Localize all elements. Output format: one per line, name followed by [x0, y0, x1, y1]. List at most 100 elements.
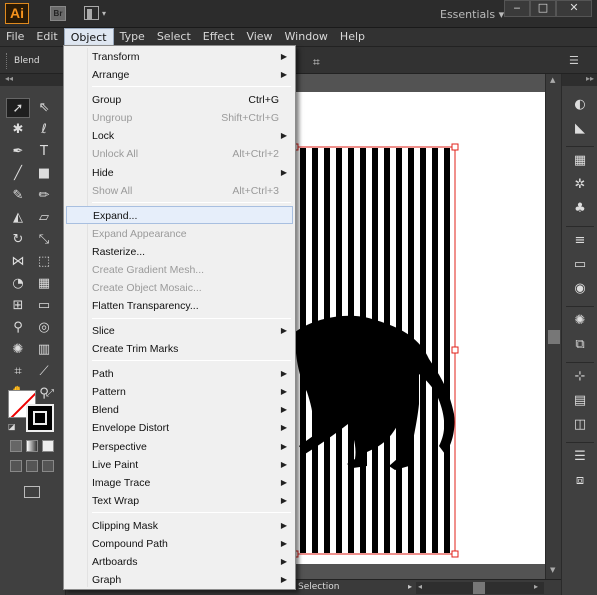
perspective-grid-tool-icon[interactable]: ▦	[32, 274, 56, 294]
close-button[interactable]: ✕	[556, 0, 592, 17]
menu-item-expand[interactable]: Expand...	[66, 206, 293, 225]
menu-item-image-trace[interactable]: Image Trace ▶	[66, 474, 293, 492]
draw-inside-icon[interactable]	[42, 460, 54, 472]
menu-item-text-wrap[interactable]: Text Wrap ▶	[66, 492, 293, 510]
current-tool-status[interactable]: Selection	[298, 582, 339, 592]
bounding-handle[interactable]	[451, 550, 459, 558]
symbols-panel-icon[interactable]: ♣	[570, 200, 590, 218]
menu-item-path[interactable]: Path ▶	[66, 365, 293, 383]
fill-stroke-control[interactable]: ⤢ ◪	[8, 388, 56, 436]
type-tool-icon[interactable]: T	[32, 142, 56, 162]
menu-edit[interactable]: Edit	[30, 28, 63, 46]
menu-object[interactable]: Object	[63, 28, 114, 46]
menu-item-slice[interactable]: Slice ▶	[66, 322, 293, 340]
panel-menu-icon[interactable]: ☰	[569, 54, 579, 67]
bounding-handle[interactable]	[451, 346, 459, 354]
slice-tool-icon[interactable]: ⟋	[32, 362, 56, 382]
gradient-panel-icon[interactable]: ▭	[570, 256, 590, 274]
menu-item-hide[interactable]: Hide ▶	[66, 164, 293, 182]
bounding-handle[interactable]	[451, 143, 459, 151]
draw-behind-icon[interactable]	[26, 460, 38, 472]
color-guide-icon[interactable]: ◣	[570, 120, 590, 138]
eraser-tool-icon[interactable]: ▱	[32, 208, 56, 228]
menu-item-flatten-transparency[interactable]: Flatten Transparency...	[66, 297, 293, 315]
menu-item-group[interactable]: Group Ctrl+G	[66, 91, 293, 109]
stroke-panel-icon[interactable]: ≡	[570, 232, 590, 250]
scroll-left-icon[interactable]: ◂	[418, 582, 422, 591]
align-panel-icon[interactable]: ▤	[570, 392, 590, 410]
menu-window[interactable]: Window	[279, 28, 334, 46]
minimize-button[interactable]: ‒	[504, 0, 530, 17]
menu-item-artboards[interactable]: Artboards ▶	[66, 553, 293, 571]
menu-item-arrange[interactable]: Arrange ▶	[66, 66, 293, 84]
swatches-panel-icon[interactable]: ▦	[570, 152, 590, 170]
direct-selection-tool-icon[interactable]: ⇖	[32, 98, 56, 118]
menu-item-perspective[interactable]: Perspective ▶	[66, 438, 293, 456]
lasso-tool-icon[interactable]: ℓ	[32, 120, 56, 140]
menu-select[interactable]: Select	[151, 28, 197, 46]
menu-item-transform[interactable]: Transform ▶	[66, 48, 293, 66]
none-icon[interactable]	[42, 440, 54, 452]
free-transform-tool-icon[interactable]: ⬚	[32, 252, 56, 272]
panel-grip[interactable]	[6, 53, 9, 69]
menu-type[interactable]: Type	[114, 28, 151, 46]
transform-panel-icon[interactable]: ⊹	[570, 368, 590, 386]
isolate-object-icon[interactable]: ⌗	[313, 55, 320, 70]
vertical-scrollbar[interactable]: ▲ ▼	[545, 74, 561, 579]
blob-brush-tool-icon[interactable]: ◭	[6, 208, 30, 228]
color-panel-icon[interactable]: ◐	[570, 96, 590, 114]
default-fill-stroke-icon[interactable]: ◪	[8, 422, 16, 431]
menu-item-blend[interactable]: Blend ▶	[66, 401, 293, 419]
scroll-thumb[interactable]	[548, 330, 560, 344]
workspace-switcher[interactable]: Essentials ▾	[440, 8, 504, 21]
menu-item-compound-path[interactable]: Compound Path ▶	[66, 535, 293, 553]
pencil-tool-icon[interactable]: ✏	[32, 186, 56, 206]
go-to-bridge-button[interactable]: Br	[50, 6, 66, 21]
menu-effect[interactable]: Effect	[197, 28, 241, 46]
shape-builder-tool-icon[interactable]: ◔	[6, 274, 30, 294]
horizontal-scrollbar[interactable]: ◂ ▸	[416, 582, 544, 594]
magic-wand-tool-icon[interactable]: ✱	[6, 120, 30, 140]
menu-item-lock[interactable]: Lock ▶	[66, 127, 293, 145]
appearance-panel-icon[interactable]: ✺	[570, 312, 590, 330]
artboards-panel-icon[interactable]: ⧈	[570, 472, 590, 490]
status-menu-arrow-icon[interactable]: ▸	[408, 582, 412, 591]
artboard-tool-icon[interactable]: ⌗	[6, 362, 30, 382]
scroll-right-icon[interactable]: ▸	[534, 582, 538, 591]
maximize-button[interactable]: □	[530, 0, 556, 17]
gradient-tool-icon[interactable]: ▭	[32, 296, 56, 316]
color-icon[interactable]	[10, 440, 22, 452]
menu-view[interactable]: View	[240, 28, 278, 46]
menu-item-live-paint[interactable]: Live Paint ▶	[66, 456, 293, 474]
arrange-documents-button[interactable]: ▾	[84, 6, 108, 21]
selection-tool-icon[interactable]: ➚	[6, 98, 30, 118]
screen-mode-icon[interactable]	[24, 486, 40, 498]
draw-normal-icon[interactable]	[10, 460, 22, 472]
stroke-swatch[interactable]	[26, 404, 54, 432]
swap-fill-stroke-icon[interactable]: ⤢	[46, 388, 54, 399]
eyedropper-tool-icon[interactable]: ⚲	[6, 318, 30, 338]
pathfinder-panel-icon[interactable]: ◫	[570, 416, 590, 434]
menu-item-clipping-mask[interactable]: Clipping Mask ▶	[66, 517, 293, 535]
menu-file[interactable]: File	[0, 28, 30, 46]
rectangle-tool-icon[interactable]: ■	[32, 164, 56, 184]
menu-item-rasterize[interactable]: Rasterize...	[66, 243, 293, 261]
symbol-sprayer-tool-icon[interactable]: ✺	[6, 340, 30, 360]
column-graph-tool-icon[interactable]: ▥	[32, 340, 56, 360]
menu-item-envelope-distort[interactable]: Envelope Distort ▶	[66, 419, 293, 437]
mesh-tool-icon[interactable]: ⊞	[6, 296, 30, 316]
width-tool-icon[interactable]: ⋈	[6, 252, 30, 272]
gradient-icon[interactable]	[26, 440, 38, 452]
menu-item-graph[interactable]: Graph ▶	[66, 571, 293, 589]
scale-tool-icon[interactable]: ⤡	[32, 230, 56, 250]
brushes-panel-icon[interactable]: ✲	[570, 176, 590, 194]
collapse-panel-icon[interactable]: ◂◂	[0, 74, 66, 86]
paintbrush-tool-icon[interactable]: ✎	[6, 186, 30, 206]
blend-tool-icon[interactable]: ◎	[32, 318, 56, 338]
transparency-panel-icon[interactable]: ◉	[570, 280, 590, 298]
graphic-styles-panel-icon[interactable]: ⧉	[570, 336, 590, 354]
layers-panel-icon[interactable]: ☰	[570, 448, 590, 466]
line-tool-icon[interactable]: ╱	[6, 164, 30, 184]
scroll-up-icon[interactable]: ▲	[550, 76, 555, 84]
menu-help[interactable]: Help	[334, 28, 371, 46]
